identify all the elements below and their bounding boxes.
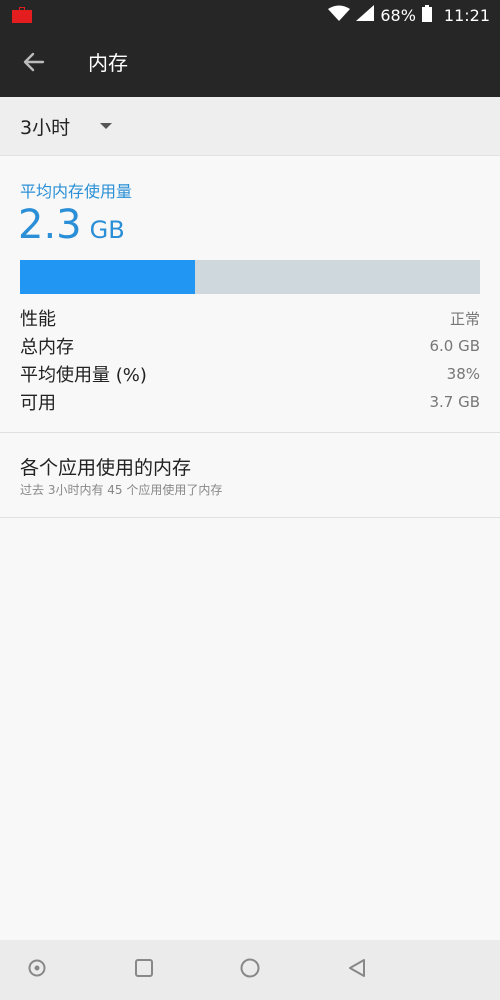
memory-usage-bar (20, 260, 480, 294)
back-button[interactable] (14, 44, 54, 84)
average-usage-number: 2.3 (18, 202, 82, 248)
app-memory-title: 各个应用使用的内存 (20, 457, 192, 479)
page-title: 内存 (88, 51, 128, 75)
stat-row-total-memory: 总内存 6.0 GB (20, 332, 480, 360)
stat-row-performance: 性能 正常 (20, 304, 480, 332)
navigation-bar (0, 940, 500, 1000)
wifi-icon (328, 5, 351, 25)
assist-dot-icon (27, 958, 47, 982)
average-usage-heading: 平均内存使用量 (20, 182, 133, 201)
home-circle-icon (239, 957, 261, 983)
memory-screen: 68% 11:21 内存 3小时 平均内存使用量 2.3 GB 性能 正常 总内… (0, 0, 500, 1000)
stat-label: 总内存 (20, 337, 74, 358)
stat-label: 可用 (20, 393, 56, 414)
arrow-left-icon (23, 52, 45, 76)
cell-signal-icon (356, 5, 375, 25)
stat-label: 平均使用量 (%) (20, 365, 147, 386)
battery-percent: 68% (380, 5, 416, 25)
stat-row-average-usage: 平均使用量 (%) 38% (20, 360, 480, 388)
clock: 11:21 (443, 5, 490, 25)
memory-usage-bar-fill (20, 260, 195, 294)
battery-icon (421, 4, 432, 26)
home-button[interactable] (230, 950, 270, 990)
time-range-label: 3小时 (20, 116, 71, 139)
status-icons: 68% 11:21 (328, 0, 490, 30)
average-usage-unit: GB (89, 216, 125, 244)
average-usage-value: 2.3 GB (18, 202, 125, 248)
assist-button[interactable] (17, 950, 57, 990)
time-range-bar: 3小时 (0, 97, 500, 156)
stat-value: 3.7 GB (429, 393, 480, 411)
status-bar: 68% 11:21 (0, 0, 500, 30)
memory-summary: 平均内存使用量 2.3 GB 性能 正常 总内存 6.0 GB 平均使用量 (%… (0, 156, 500, 433)
recents-square-icon (134, 958, 154, 982)
stat-value: 6.0 GB (429, 337, 480, 355)
nav-back-button[interactable] (337, 950, 377, 990)
stat-row-available: 可用 3.7 GB (20, 388, 480, 416)
briefcase-icon (12, 7, 32, 23)
app-bar: 内存 (0, 30, 500, 97)
app-memory-list-item[interactable]: 各个应用使用的内存 过去 3小时内有 45 个应用使用了内存 (0, 433, 500, 518)
chevron-down-icon (100, 123, 113, 129)
recents-button[interactable] (124, 950, 164, 990)
stat-label: 性能 (20, 309, 56, 330)
time-range-dropdown[interactable]: 3小时 (20, 97, 113, 155)
back-triangle-icon (347, 958, 367, 982)
stat-value: 正常 (449, 309, 480, 328)
app-memory-subtitle: 过去 3小时内有 45 个应用使用了内存 (20, 483, 223, 497)
stat-value: 38% (446, 365, 480, 383)
